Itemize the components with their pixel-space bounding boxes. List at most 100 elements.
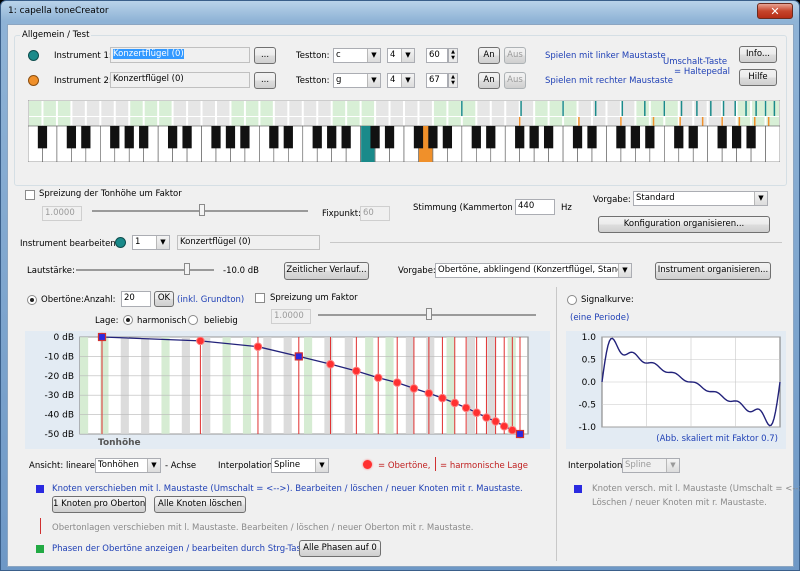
testton2-number-input[interactable]: 67 <box>426 73 448 88</box>
harmonic-radio[interactable] <box>123 315 133 325</box>
scale-note: (Abb. skaliert mit Faktor 0.7) <box>656 434 778 444</box>
overtone-row-1-cell <box>260 101 273 116</box>
overtone-row-1-cell <box>231 101 244 116</box>
all-phases-zero-button[interactable]: Alle Phasen auf 0 <box>299 540 381 557</box>
overtone-row-2-cell <box>607 117 620 126</box>
instrument2-field[interactable]: Konzertflügel (0) <box>110 72 250 88</box>
testton1-on-button[interactable]: An <box>478 47 500 64</box>
harmonic-radio-label: harmonisch <box>137 316 187 326</box>
arbitrary-radio[interactable] <box>188 315 198 325</box>
tuning-unit: Hz <box>561 203 572 213</box>
overtone-row-1-cell <box>332 101 346 116</box>
info-button[interactable]: Info... <box>739 46 777 63</box>
black-key <box>717 126 727 149</box>
help-button[interactable]: Hilfe <box>739 69 777 86</box>
view-select[interactable]: Tonhöhen ▼ <box>95 458 161 473</box>
pitch-stripe <box>120 337 129 434</box>
black-key <box>384 126 395 149</box>
testton1-octave-select[interactable]: 4 ▼ <box>387 48 415 63</box>
fixpoint-input[interactable]: 60 <box>360 206 390 221</box>
overtone-row-1-cell <box>723 101 736 116</box>
tuning-input[interactable]: 440 <box>515 199 555 215</box>
overtone-row-1-cell <box>144 101 158 116</box>
spread-factor-input[interactable]: 1.0000 <box>42 206 82 221</box>
black-key <box>515 126 525 149</box>
testton2-spinner[interactable]: ▲ ▼ <box>448 73 458 88</box>
edit-instrument-number-select[interactable]: 1 ▼ <box>132 235 170 250</box>
title-bar[interactable]: 1: capella toneCreator ✕ <box>1 1 799 23</box>
chevron-down-icon: ▼ <box>367 74 380 87</box>
black-key <box>746 126 756 149</box>
volume-slider-thumb[interactable] <box>184 263 190 275</box>
testton1-off-button[interactable]: Aus <box>504 47 526 64</box>
fixpoint-label: Fixpunkt: <box>322 209 361 219</box>
close-button[interactable]: ✕ <box>757 3 793 19</box>
spread-checkbox[interactable] <box>25 190 35 200</box>
instrument1-color-icon <box>28 50 39 61</box>
overtone-info-icon <box>40 518 41 534</box>
testton2-on-button[interactable]: An <box>478 72 500 89</box>
overtone-count-ok-button[interactable]: OK <box>154 291 174 307</box>
instrument1-field[interactable]: Konzertflügel (0) <box>110 47 250 63</box>
testton2-note-select[interactable]: g ▼ <box>333 73 381 88</box>
harmonic-legend-icon <box>435 457 436 471</box>
piano-keyboard[interactable] <box>28 100 780 162</box>
testton1-spinner[interactable]: ▲ ▼ <box>448 48 458 63</box>
overtone-row-2-cell <box>202 117 215 126</box>
overtone-row-1-cell <box>130 101 143 116</box>
overtone-row-1-cell <box>607 101 620 116</box>
overtone-spread-input[interactable]: 1.0000 <box>271 309 311 324</box>
overtone-point <box>472 408 481 417</box>
overtone-row-2-cell <box>57 117 71 126</box>
volume-preset-label: Vorgabe: <box>398 266 436 276</box>
overtone-point <box>352 366 361 376</box>
black-key <box>529 126 539 149</box>
overtone-row-2-cell <box>43 117 56 126</box>
pitch-stripe <box>365 337 374 434</box>
separator <box>330 242 782 243</box>
volume-slider-track[interactable] <box>76 269 214 271</box>
overtone-row-1-cell <box>520 101 534 116</box>
overtones-radio[interactable] <box>27 295 37 305</box>
overtone-row-1-cell <box>752 101 765 116</box>
overtone-row-1-cell <box>491 101 505 116</box>
instrument1-browse-button[interactable]: ... <box>254 47 276 64</box>
incl-note: (inkl. Grundton) <box>177 295 245 305</box>
config-organize-button[interactable]: Konfiguration organisieren... <box>598 216 770 233</box>
chevron-down-icon: ▼ <box>156 236 169 249</box>
overtone-row-1-cell <box>766 101 779 116</box>
knot-per-overtone-button[interactable]: 1 Knoten pro Oberton <box>52 496 146 513</box>
instrument-organize-button[interactable]: Instrument organisieren... <box>655 262 771 280</box>
delete-all-knots-button[interactable]: Alle Knoten löschen <box>154 496 246 513</box>
testton1-note-select[interactable]: c ▼ <box>333 48 381 63</box>
overtone-spread-slider-thumb[interactable] <box>426 308 432 320</box>
timeline-button[interactable]: Zeitlicher Verlauf... <box>284 262 369 280</box>
black-key <box>442 126 453 149</box>
testton2-octave-select[interactable]: 4 ▼ <box>387 73 415 88</box>
overtone-count-input[interactable]: 20 <box>121 291 151 307</box>
overtone-row-1-cell <box>535 101 548 116</box>
spread-slider-thumb[interactable] <box>199 204 205 216</box>
arbitrary-radio-label: beliebig <box>204 316 238 326</box>
overtone-spread-checkbox[interactable] <box>255 293 265 303</box>
signal-interpolation-select[interactable]: Spline ▼ <box>622 458 680 473</box>
lage-label: Lage: <box>95 316 119 326</box>
overtone-row-2-cell <box>130 117 143 126</box>
period-note: (eine Periode) <box>570 313 630 323</box>
overtone-row-2-cell <box>593 117 606 126</box>
signal-chart[interactable]: 1.0 0.5 0.0 -0.5 -1.0 (Abb. skaliert mit Fakt… <box>566 331 786 449</box>
testton2-off-button[interactable]: Aus <box>504 72 526 89</box>
legend-overtones: = Obertöne, <box>378 461 431 471</box>
pitch-stripe <box>446 337 455 434</box>
testton1-number-input[interactable]: 60 <box>426 48 448 63</box>
black-key <box>428 126 438 149</box>
overtone-chart[interactable]: 0 dB -10 dB -20 dB -30 dB -40 dB -50 dB Tonhöh… <box>25 331 550 449</box>
overtone-row-2-cell <box>376 117 389 126</box>
signal-radio[interactable] <box>567 295 577 305</box>
overtone-point <box>409 384 419 393</box>
instrument2-browse-button[interactable]: ... <box>254 72 276 89</box>
volume-preset-select[interactable]: Obertöne, abklingend (Konzertflügel, Sta… <box>435 263 632 278</box>
interpolation-select[interactable]: Spline ▼ <box>271 458 329 473</box>
preset-select[interactable]: Standard ▼ <box>633 191 768 206</box>
overtone-row-2-cell <box>115 117 129 126</box>
